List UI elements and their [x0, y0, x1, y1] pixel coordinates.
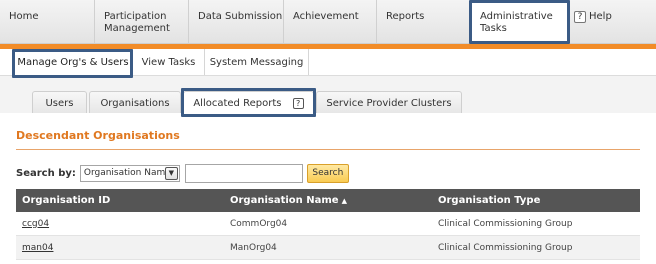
search-button-label: Search [312, 168, 344, 178]
tab-label: Organisations [100, 98, 170, 109]
column-header-organisation-type[interactable]: Organisation Type [432, 195, 640, 206]
tab-service-provider-clusters[interactable]: Service Provider Clusters [316, 91, 462, 114]
column-header-organisation-name[interactable]: Organisation Name ▲ [224, 195, 432, 206]
highlight-manage-orgs-users [12, 49, 133, 78]
nav-item-label: Achievement [293, 11, 359, 22]
tab-users[interactable]: Users [32, 91, 87, 114]
nav-item-label: Data Submission [198, 11, 283, 22]
column-header-label: Organisation Type [438, 195, 541, 206]
nav-item-label: Home [9, 11, 39, 22]
nav-item-home[interactable]: Home [0, 0, 95, 44]
nav-item-label: Reports [386, 11, 425, 22]
help-label: Help [589, 11, 612, 22]
tab-label: Users [45, 98, 74, 109]
search-button[interactable]: Search [306, 163, 349, 183]
help-icon: ? [574, 11, 586, 23]
column-header-label: Organisation Name [230, 195, 339, 206]
organisation-type-cell: Clinical Commissioning Group [438, 218, 573, 229]
organisations-table: Organisation ID Organisation Name ▲ Organ… [16, 189, 640, 260]
table-row: man04 ManOrg04 Clinical Commissioning Gr… [16, 236, 640, 260]
tab-organisations[interactable]: Organisations [89, 91, 181, 114]
organisation-type-cell: Clinical Commissioning Group [438, 242, 573, 253]
search-row: Search by: Organisation Name ▼ Search [16, 163, 349, 183]
organisation-id-link[interactable]: man04 [16, 243, 224, 253]
sort-ascending-icon: ▲ [341, 197, 347, 205]
section-divider [16, 149, 640, 150]
search-label: Search by: [16, 167, 76, 179]
highlight-administrative-tasks [469, 0, 570, 44]
select-value: Organisation Name [83, 168, 171, 178]
nav-item-participation-management[interactable]: Participation Management [95, 0, 189, 44]
nav-item-data-submission[interactable]: Data Submission [189, 0, 284, 44]
subnav-item-label: View Tasks [141, 57, 196, 68]
organisation-name-cell: CommOrg04 [230, 218, 288, 229]
subnav-item-label: System Messaging [209, 57, 304, 68]
nav-item-label: Participation Management [104, 11, 170, 34]
column-header-organisation-id[interactable]: Organisation ID [16, 195, 224, 206]
subnav-item-view-tasks[interactable]: View Tasks [133, 49, 205, 75]
nav-item-achievement[interactable]: Achievement [284, 0, 377, 44]
table-row: ccg04 CommOrg04 Clinical Commissioning G… [16, 212, 640, 236]
section-title: Descendant Organisations [16, 129, 180, 142]
chevron-down-icon[interactable]: ▼ [164, 166, 178, 180]
subnav-item-system-messaging[interactable]: System Messaging [205, 49, 309, 75]
nav-item-reports[interactable]: Reports [377, 0, 471, 44]
tab-label: Service Provider Clusters [326, 98, 452, 109]
table-header: Organisation ID Organisation Name ▲ Organ… [16, 189, 640, 212]
nav-item-help[interactable]: ? Help [570, 0, 656, 44]
search-input[interactable] [184, 163, 303, 183]
organisation-id-link[interactable]: ccg04 [16, 219, 224, 229]
search-by-select[interactable]: Organisation Name ▼ [79, 164, 180, 182]
highlight-allocated-reports [181, 88, 316, 117]
organisation-name-cell: ManOrg04 [230, 242, 277, 253]
column-header-label: Organisation ID [22, 195, 111, 206]
